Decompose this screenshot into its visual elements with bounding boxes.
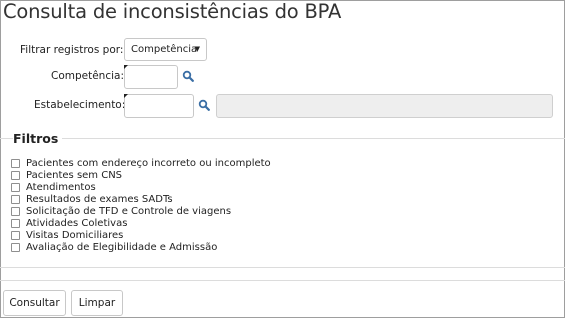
checkbox[interactable] [11, 218, 20, 228]
competencia-label: Competência: [51, 70, 125, 82]
checkbox-row[interactable]: Pacientes com endereço incorreto ou inco… [11, 157, 271, 169]
estabelecimento-code-input[interactable] [124, 94, 194, 118]
checkbox-label: Resultados de exames SADTs [26, 193, 173, 205]
checkbox[interactable] [11, 242, 20, 252]
checkbox-label: Atendimentos [26, 181, 96, 193]
estabelecimento-name-field [216, 94, 553, 118]
checkbox-row[interactable]: Visitas Domiciliares [11, 229, 123, 241]
filter-by-select[interactable]: Competência ▼ [124, 38, 207, 61]
limpar-button[interactable]: Limpar [71, 290, 123, 316]
checkbox[interactable] [11, 230, 20, 240]
filtros-legend: Filtros [13, 131, 63, 146]
checkbox-label: Pacientes com endereço incorreto ou inco… [26, 157, 271, 169]
checkbox-row[interactable]: Solicitação de TFD e Controle de viagens [11, 205, 231, 217]
page-title: Consulta de inconsistências do BPA [3, 0, 342, 23]
estabelecimento-label: Estabelecimento: [34, 99, 126, 111]
caret-down-icon: ▼ [194, 45, 200, 53]
checkbox-row[interactable]: Atendimentos [11, 181, 96, 193]
competencia-input[interactable] [124, 65, 178, 89]
checkbox[interactable] [11, 206, 20, 216]
search-icon[interactable] [182, 70, 194, 82]
consultar-button[interactable]: Consultar [3, 290, 66, 316]
checkbox-row[interactable]: Avaliação de Elegibilidade e Admissão [11, 241, 217, 253]
checkbox[interactable] [11, 158, 20, 168]
search-icon[interactable] [198, 99, 210, 111]
fieldset-bottom-divider [0, 267, 565, 268]
checkbox-label: Pacientes sem CNS [26, 169, 123, 181]
checkbox-row[interactable]: Atividades Coletivas [11, 217, 127, 229]
checkbox-row[interactable]: Resultados de exames SADTs [11, 193, 173, 205]
checkbox-label: Visitas Domiciliares [26, 229, 124, 241]
checkbox[interactable] [11, 194, 20, 204]
checkbox[interactable] [11, 170, 20, 180]
filter-by-label: Filtrar registros por: [20, 44, 124, 56]
checkbox-label: Avaliação de Elegibilidade e Admissão [26, 241, 218, 253]
fieldset-divider [0, 138, 565, 139]
checkbox-row[interactable]: Pacientes sem CNS [11, 169, 122, 181]
actions-divider [0, 280, 565, 281]
checkbox[interactable] [11, 182, 20, 192]
checkbox-label: Solicitação de TFD e Controle de viagens [26, 205, 232, 217]
filter-by-selected-value: Competência [131, 44, 198, 55]
checkbox-label: Atividades Coletivas [26, 217, 128, 229]
